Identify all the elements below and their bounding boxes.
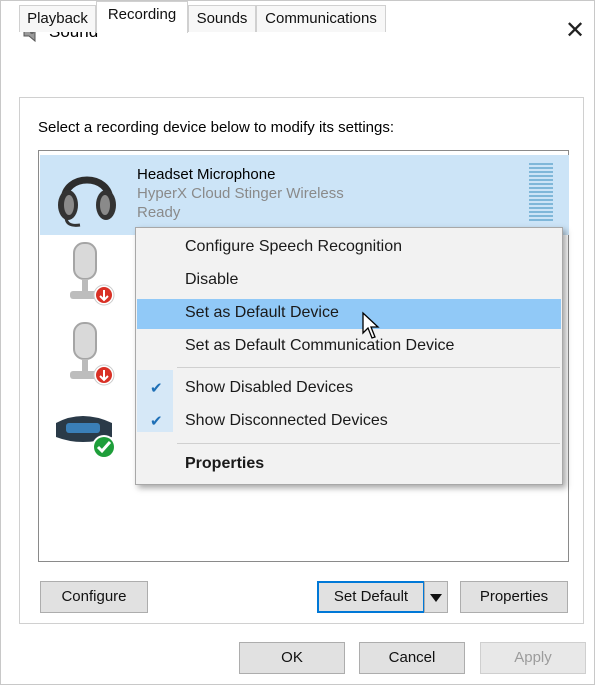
tab-communications[interactable]: Communications: [256, 5, 386, 32]
tab-recording[interactable]: Recording: [96, 1, 188, 33]
menu-item-label: Set as Default Device: [185, 304, 339, 321]
menu-item-label: Show Disconnected Devices: [185, 412, 388, 429]
menu-item-show-disconnected[interactable]: ✔ Show Disconnected Devices: [137, 407, 561, 437]
menu-item-disable[interactable]: Disable: [137, 266, 561, 296]
device-name: Headset Microphone: [137, 166, 276, 183]
context-menu: Configure Speech Recognition Disable Set…: [135, 227, 563, 485]
close-button[interactable]: ✕: [561, 18, 589, 46]
microphone-icon: [70, 322, 115, 386]
checkmark-icon: ✔: [150, 413, 163, 430]
checkmark-icon: ✔: [150, 380, 163, 397]
menu-item-set-default-communication[interactable]: Set as Default Communication Device: [137, 332, 561, 362]
menu-item-set-default-device[interactable]: Set as Default Device: [137, 299, 561, 329]
menu-item-show-disabled[interactable]: ✔ Show Disabled Devices: [137, 374, 561, 404]
configure-button[interactable]: Configure: [40, 581, 148, 613]
tab-playback[interactable]: Playback: [19, 5, 96, 32]
menu-item-label: Disable: [185, 271, 239, 288]
device-status: Ready: [137, 204, 181, 221]
headset-icon: [58, 176, 116, 227]
menu-item-label: Properties: [185, 455, 265, 472]
properties-button[interactable]: Properties: [460, 581, 568, 613]
menu-item-configure-speech[interactable]: Configure Speech Recognition: [137, 233, 561, 263]
set-default-dropdown-button[interactable]: [424, 581, 448, 613]
tab-sounds[interactable]: Sounds: [188, 5, 256, 32]
menu-separator: [177, 443, 560, 444]
menu-separator: [177, 367, 560, 368]
apply-button[interactable]: Apply: [480, 642, 586, 674]
microphone-icon: [70, 242, 115, 306]
sound-dialog: Sound ✕ Playback Recording Sounds Commun…: [0, 0, 595, 685]
ok-button[interactable]: OK: [239, 642, 345, 674]
menu-item-properties[interactable]: Properties: [137, 450, 561, 480]
close-icon: ✕: [564, 17, 586, 44]
menu-item-label: Configure Speech Recognition: [185, 238, 403, 255]
instruction-text: Select a recording device below to modif…: [38, 119, 395, 136]
menu-item-label: Show Disabled Devices: [185, 379, 354, 396]
device-description: HyperX Cloud Stinger Wireless: [137, 185, 344, 202]
menu-item-label: Set as Default Communication Device: [185, 337, 455, 354]
device-row-headset[interactable]: Headset Microphone HyperX Cloud Stinger …: [40, 155, 569, 235]
mouse-cursor-icon: [362, 311, 380, 339]
chevron-down-icon: [430, 594, 442, 602]
webcam-icon: [56, 416, 116, 459]
level-meter: [529, 163, 553, 225]
set-default-button[interactable]: Set Default: [317, 581, 425, 613]
cancel-button[interactable]: Cancel: [359, 642, 465, 674]
